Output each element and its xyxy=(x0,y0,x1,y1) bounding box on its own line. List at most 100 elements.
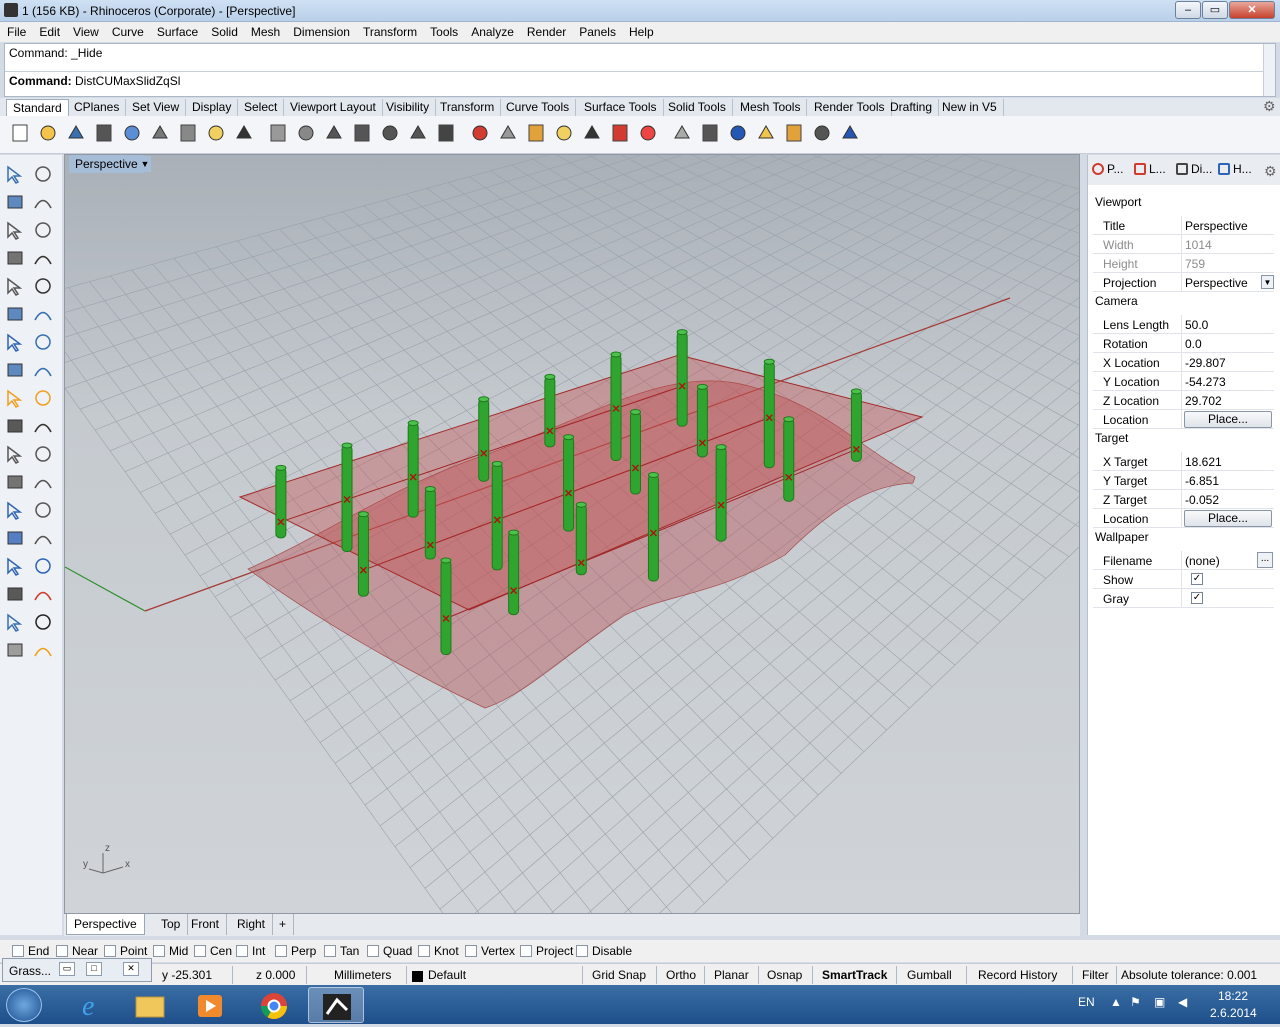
close-icon[interactable]: ✕ xyxy=(123,962,139,976)
row-y-target-value[interactable]: -6.851 xyxy=(1185,474,1219,488)
circle-icon[interactable] xyxy=(4,219,26,241)
view-tab-perspective[interactable]: Perspective xyxy=(66,914,145,935)
show-checkbox[interactable]: ✓ xyxy=(1191,573,1203,585)
osnap-project[interactable]: Project xyxy=(520,944,573,958)
mesh-icon[interactable] xyxy=(32,359,54,381)
panel-tab-display[interactable]: Di... xyxy=(1176,162,1212,182)
osnap-tan[interactable]: Tan xyxy=(324,944,359,958)
explode-icon[interactable] xyxy=(32,443,54,465)
boolean-icon[interactable] xyxy=(4,387,26,409)
viewport-menu-arrow[interactable]: ▼ xyxy=(139,156,151,172)
chrome-taskbar-button[interactable] xyxy=(246,987,302,1023)
osnap-checkbox[interactable] xyxy=(520,945,532,957)
osnap-perp[interactable]: Perp xyxy=(275,944,316,958)
analyze-icon[interactable] xyxy=(4,611,26,633)
toolbar-tab-surface-tools[interactable]: Surface Tools xyxy=(578,99,664,116)
cylinder-icon[interactable] xyxy=(4,359,26,381)
menu-surface[interactable]: Surface xyxy=(150,22,204,39)
row-projection-value[interactable]: Perspective xyxy=(1185,276,1248,290)
media-player-taskbar-button[interactable] xyxy=(182,987,238,1023)
menu-help[interactable]: Help xyxy=(622,22,660,39)
dimension-icon[interactable] xyxy=(32,499,54,521)
check-icon[interactable] xyxy=(32,611,54,633)
tray-arrow-icon[interactable]: ▲ xyxy=(1110,995,1122,1009)
osnap-quad[interactable]: Quad xyxy=(367,944,412,958)
language-indicator[interactable]: EN xyxy=(1078,995,1095,1009)
car-icon[interactable] xyxy=(469,122,491,144)
osnap-checkbox[interactable] xyxy=(153,945,165,957)
toolbar-tab-set-view[interactable]: Set View xyxy=(126,99,187,116)
sphere-icon[interactable] xyxy=(727,122,749,144)
menu-panels[interactable]: Panels xyxy=(572,22,622,39)
osnap-checkbox[interactable] xyxy=(194,945,206,957)
menu-render[interactable]: Render xyxy=(520,22,572,39)
help-icon[interactable] xyxy=(839,122,861,144)
action-center-icon[interactable]: ⚑ xyxy=(1130,995,1141,1009)
osnap-int[interactable]: Int xyxy=(236,944,265,958)
command-prompt[interactable]: Command: DistCUMaxSlidZqSl xyxy=(9,74,180,88)
network-icon[interactable]: ▣ xyxy=(1154,995,1165,1009)
menu-solid[interactable]: Solid xyxy=(204,22,244,39)
close-button[interactable]: ✕ xyxy=(1229,1,1275,19)
command-input[interactable]: DistCUMaxSlidZqSl xyxy=(75,74,180,88)
toolbar-tab-mesh-tools[interactable]: Mesh Tools xyxy=(734,99,808,116)
material-icon[interactable] xyxy=(32,639,54,661)
group-icon[interactable] xyxy=(4,527,26,549)
volume-icon[interactable]: ◀ xyxy=(1178,995,1187,1009)
toolbar-tab-curve-tools[interactable]: Curve Tools xyxy=(500,99,577,116)
array-icon[interactable] xyxy=(4,583,26,605)
osnap-knot[interactable]: Knot xyxy=(418,944,459,958)
maximize-button[interactable]: ▭ xyxy=(1202,1,1228,19)
menu-tools[interactable]: Tools xyxy=(423,22,464,39)
rhino-app-icon[interactable] xyxy=(4,3,18,17)
render-icon[interactable] xyxy=(671,122,693,144)
paste-icon[interactable] xyxy=(205,122,227,144)
row-z-target-value[interactable]: -0.052 xyxy=(1185,493,1219,507)
osnap-toggle[interactable]: Osnap xyxy=(767,968,802,982)
menu-edit[interactable]: Edit xyxy=(32,22,66,39)
osnap-checkbox[interactable] xyxy=(576,945,588,957)
zoom-extents-icon[interactable] xyxy=(379,122,401,144)
zoom-dynamic-icon[interactable] xyxy=(323,122,345,144)
zoom-selected-icon[interactable] xyxy=(407,122,429,144)
osnap-end[interactable]: End xyxy=(12,944,49,958)
extrude-icon[interactable] xyxy=(32,387,54,409)
options-icon[interactable] xyxy=(783,122,805,144)
planar-toggle[interactable]: Planar xyxy=(714,968,749,982)
current-layer[interactable]: Default xyxy=(428,968,466,982)
toolbar-tab-solid-tools[interactable]: Solid Tools xyxy=(662,99,733,116)
row-filename-value[interactable]: (none) xyxy=(1185,554,1220,568)
toolbar-tab-standard[interactable]: Standard xyxy=(6,99,69,116)
rectangle-icon[interactable] xyxy=(32,247,54,269)
toolbar-tab-display[interactable]: Display xyxy=(186,99,239,116)
smarttrack-toggle[interactable]: SmartTrack xyxy=(822,968,887,982)
color-wheel-icon[interactable] xyxy=(637,122,659,144)
surface-icon[interactable] xyxy=(4,303,26,325)
osnap-near[interactable]: Near xyxy=(56,944,98,958)
osnap-cen[interactable]: Cen xyxy=(194,944,232,958)
toolbar-settings-gear-icon[interactable]: ⚙ xyxy=(1263,98,1276,115)
menu-view[interactable]: View xyxy=(66,22,105,39)
panel-tab-properties[interactable]: P... xyxy=(1092,162,1123,182)
osnap-checkbox[interactable] xyxy=(12,945,24,957)
shade-icon[interactable] xyxy=(497,122,519,144)
render-shade-icon[interactable] xyxy=(4,639,26,661)
perspective-viewport[interactable]: Perspective ▼ z x y xyxy=(64,154,1080,914)
osnap-mid[interactable]: Mid xyxy=(153,944,188,958)
row-rotation-value[interactable]: 0.0 xyxy=(1185,337,1202,351)
box-icon[interactable] xyxy=(4,331,26,353)
select-arrow-icon[interactable] xyxy=(4,163,26,185)
toolbar-tab-transform[interactable]: Transform xyxy=(434,99,502,116)
point-icon[interactable] xyxy=(32,163,54,185)
target-place-button[interactable]: Place... xyxy=(1184,510,1272,527)
grid-snap-toggle[interactable]: Grid Snap xyxy=(592,968,646,982)
toolbar-tab-cplanes[interactable]: CPlanes xyxy=(68,99,127,116)
sphere-icon[interactable] xyxy=(32,331,54,353)
print-icon[interactable] xyxy=(93,122,115,144)
trim-icon[interactable] xyxy=(4,415,26,437)
lock-icon[interactable] xyxy=(581,122,603,144)
row-x-location-value[interactable]: -29.807 xyxy=(1185,356,1226,370)
osnap-checkbox[interactable] xyxy=(465,945,477,957)
cplane-icon[interactable] xyxy=(525,122,547,144)
osnap-checkbox[interactable] xyxy=(236,945,248,957)
